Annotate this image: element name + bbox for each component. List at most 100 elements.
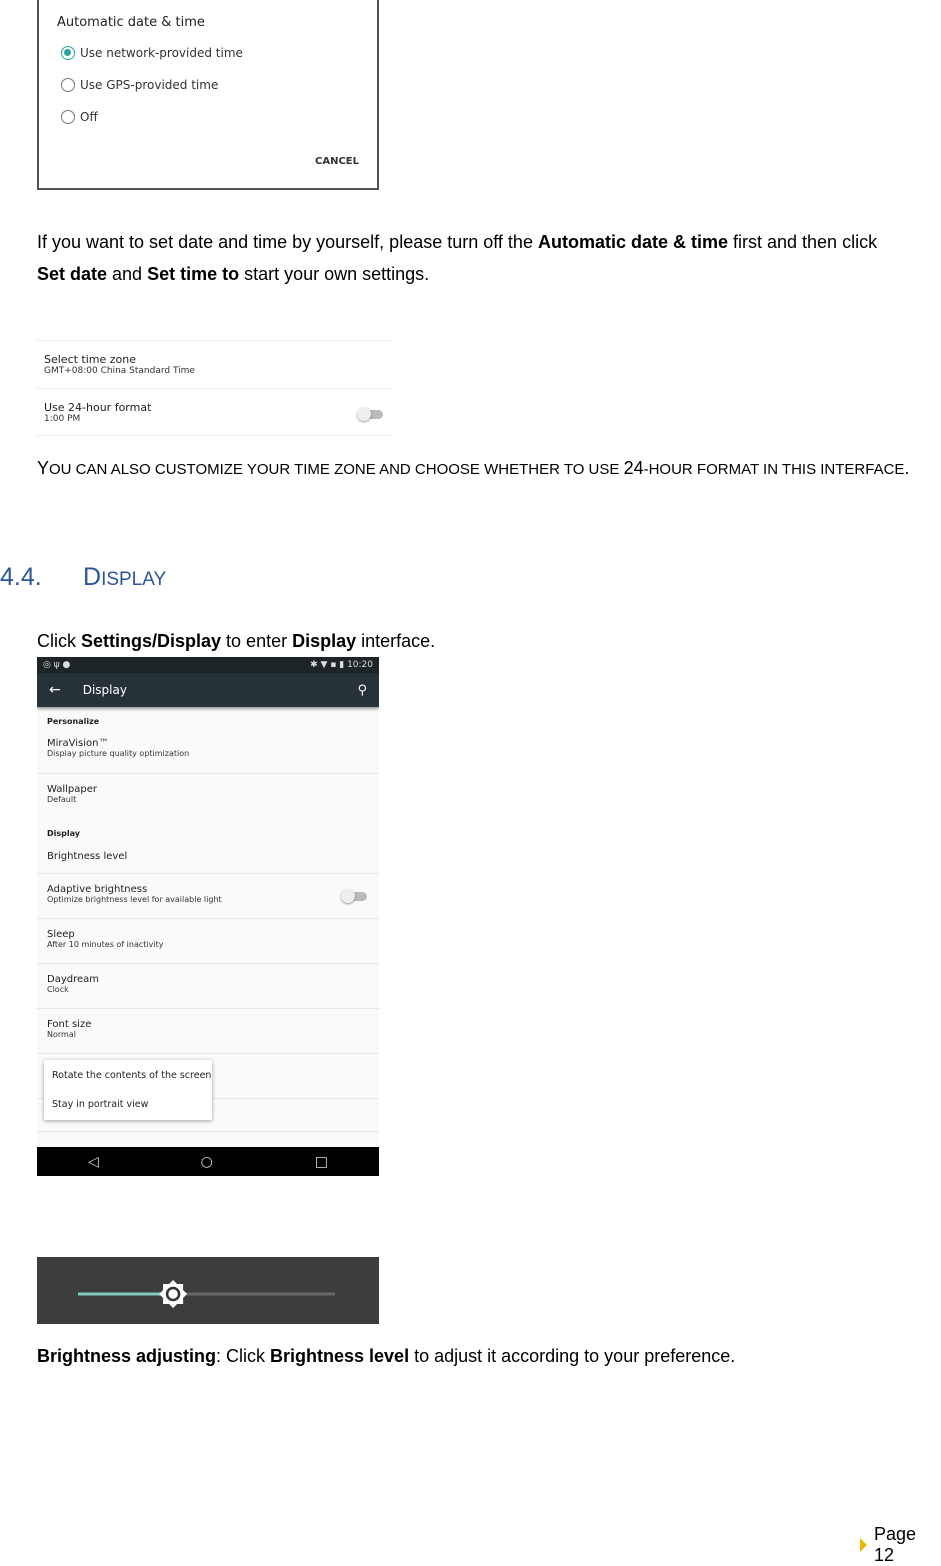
app-bar-title: Display — [82, 683, 127, 697]
home-icon[interactable]: ○ — [201, 1154, 213, 1170]
brightness-slider-screenshot — [37, 1257, 379, 1324]
recents-icon[interactable]: □ — [315, 1154, 328, 1170]
timezone-screenshot: Select time zone GMT+08:00 China Standard… — [37, 338, 392, 438]
brightness-gear-icon[interactable] — [159, 1280, 188, 1308]
paragraph-set-date: If you want to set date and time by your… — [37, 226, 941, 290]
text: ISPLAY — [101, 569, 167, 590]
back-icon[interactable]: ◁ — [88, 1154, 99, 1170]
adaptive-brightness-toggle[interactable] — [341, 889, 367, 903]
item-title: Brightness level — [47, 851, 128, 862]
text: 24 — [623, 458, 644, 478]
brightness-slider[interactable] — [37, 1257, 379, 1324]
text: Click — [37, 631, 81, 651]
navigation-bar: ◁ ○ □ — [37, 1147, 379, 1176]
item-title: Wallpaper — [47, 784, 98, 795]
text: start your own settings. — [239, 264, 430, 284]
app-bar: ← Display ⚲ — [37, 673, 379, 707]
cancel-button[interactable]: CANCEL — [315, 156, 359, 167]
radio-network-time[interactable]: Use network-provided time — [61, 46, 243, 60]
page-number: Page 12 — [874, 1524, 917, 1565]
row-subtitle: 1:00 PM — [44, 414, 81, 424]
paragraph-timezone: YOU CAN ALSO CUSTOMIZE YOUR TIME ZONE AN… — [37, 458, 909, 479]
divider — [37, 873, 379, 874]
page-marker-icon — [860, 1538, 867, 1552]
display-settings-screenshot: ◎ ψ ● ✱ ▼ ▪ ▮ 10:20 ← Display ⚲ Personalize… — [37, 657, 379, 1176]
bold-text: Automatic date & time — [537, 232, 728, 252]
radio-label: Use network-provided time — [80, 46, 243, 60]
text: to adjust it according to your preferenc… — [409, 1346, 736, 1366]
item-title: MiraVision™ — [47, 738, 109, 749]
text: . — [904, 458, 910, 478]
radio-gps-time[interactable]: Use GPS-provided time — [61, 78, 218, 92]
rotation-popup-menu: Rotate the contents of the screen Stay i… — [44, 1060, 212, 1120]
text: -HOUR FORMAT IN THIS INTERFACE — [643, 461, 905, 478]
item-subtitle: Clock — [47, 985, 69, 994]
status-bar: ◎ ψ ● ✱ ▼ ▪ ▮ 10:20 — [37, 657, 379, 673]
text: : Click — [216, 1346, 271, 1366]
back-arrow-icon[interactable]: ← — [49, 682, 61, 698]
status-icons: ✱ ▼ ▪ ▮ — [310, 660, 348, 670]
text: interface. — [356, 631, 436, 651]
section-number: 4.4. — [0, 563, 42, 591]
row-title: Select time zone — [44, 353, 137, 366]
row-title: Use 24-hour format — [44, 401, 152, 414]
item-adaptive-brightness[interactable]: Adaptive brightness Optimize brightness l… — [37, 884, 379, 904]
text: and — [107, 264, 148, 284]
item-sleep[interactable]: Sleep After 10 minutes of inactivity — [37, 929, 379, 949]
paragraph-brightness: Brightness adjusting: Click Brightness l… — [37, 1340, 735, 1372]
bold-text: Set time to — [147, 264, 240, 284]
text: If you want to set date and time by your… — [37, 232, 538, 252]
bold-text: Brightness level — [270, 1346, 410, 1366]
page-footer: Page 12 — [860, 1524, 941, 1566]
item-miravision[interactable]: MiraVision™ Display picture quality optim… — [37, 738, 379, 758]
row-subtitle: GMT+08:00 China Standard Time — [44, 366, 195, 376]
divider — [37, 1131, 379, 1132]
radio-icon — [61, 110, 75, 124]
use-24-hour-row[interactable]: Use 24-hour format 1:00 PM — [37, 388, 392, 436]
item-daydream[interactable]: Daydream Clock — [37, 974, 379, 994]
text: first and then click — [728, 232, 878, 252]
text: Y — [37, 458, 50, 478]
divider — [37, 1008, 379, 1009]
select-time-zone-row[interactable]: Select time zone GMT+08:00 China Standard… — [37, 340, 392, 388]
bold-text: Settings/Display — [81, 631, 222, 651]
item-subtitle: Optimize brightness level for available … — [47, 895, 222, 904]
paragraph-display: Click Settings/Display to enter Display … — [37, 625, 435, 657]
search-icon[interactable]: ⚲ — [357, 683, 367, 698]
divider — [37, 963, 379, 964]
radio-label: Use GPS-provided time — [80, 78, 219, 92]
section-personalize: Personalize — [47, 717, 100, 726]
item-wallpaper[interactable]: Wallpaper Default — [37, 784, 379, 804]
radio-selected-icon — [61, 46, 75, 60]
text: D — [83, 563, 102, 591]
24-hour-toggle[interactable] — [357, 407, 383, 421]
menu-item-rotate[interactable]: Rotate the contents of the screen — [52, 1070, 211, 1081]
item-subtitle: Display picture quality optimization — [47, 749, 190, 758]
clock: 10:20 — [347, 660, 373, 670]
auto-date-time-dialog: Automatic date & time Use network-provid… — [37, 0, 379, 190]
bold-text: Set date — [37, 264, 108, 284]
menu-item-portrait[interactable]: Stay in portrait view — [52, 1099, 148, 1110]
radio-off[interactable]: Off — [61, 110, 98, 124]
notification-icons: ◎ ψ ● — [43, 660, 71, 670]
item-title: Font size — [47, 1019, 92, 1030]
divider — [37, 918, 379, 919]
text: OU CAN ALSO CUSTOMIZE YOUR TIME ZONE AND… — [49, 461, 624, 478]
item-subtitle: Default — [47, 795, 77, 804]
bold-text: Brightness adjusting — [37, 1346, 217, 1366]
section-heading: 4.4. DISPLAY — [0, 563, 166, 592]
divider — [37, 773, 379, 774]
section-display: Display — [47, 829, 80, 838]
dialog-title: Automatic date & time — [57, 15, 205, 30]
item-title: Adaptive brightness — [47, 884, 148, 895]
radio-label: Off — [80, 110, 98, 124]
divider — [37, 1053, 379, 1054]
item-brightness-level[interactable]: Brightness level — [37, 851, 379, 862]
section-title: DISPLAY — [83, 563, 166, 592]
text: to enter — [221, 631, 293, 651]
item-font-size[interactable]: Font size Normal — [37, 1019, 379, 1039]
radio-icon — [61, 78, 75, 92]
item-title: Daydream — [47, 974, 100, 985]
item-title: Sleep — [47, 929, 75, 940]
item-subtitle: Normal — [47, 1030, 76, 1039]
